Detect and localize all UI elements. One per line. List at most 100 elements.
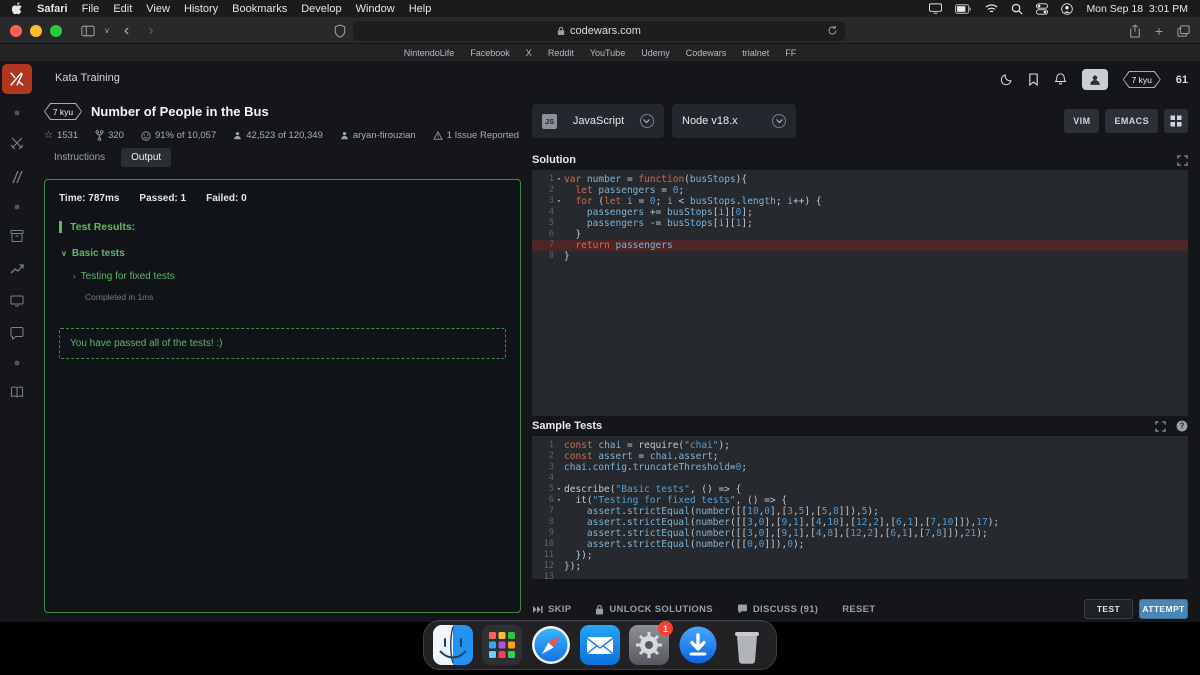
code-line[interactable]: 4 passengers += busStops[i][0]; <box>532 207 1188 218</box>
dock-launchpad-icon[interactable] <box>482 625 522 665</box>
code-line[interactable]: 2 const assert = chai.assert; <box>532 451 1188 462</box>
bookmark-x[interactable]: X <box>526 48 532 58</box>
docs-book-icon[interactable] <box>10 386 24 398</box>
archive-icon[interactable] <box>10 230 24 243</box>
vim-button[interactable]: VIM <box>1064 109 1100 133</box>
minimize-window-button[interactable] <box>30 24 42 37</box>
chat-icon[interactable] <box>10 327 24 340</box>
menu-item-help[interactable]: Help <box>409 3 432 15</box>
search-icon[interactable] <box>1011 3 1023 15</box>
close-window-button[interactable] <box>10 24 22 37</box>
code-line[interactable]: 1 const chai = require("chai"); <box>532 440 1188 451</box>
discuss-button[interactable]: DISCUSS (91) <box>737 604 818 615</box>
screen-icon[interactable] <box>10 295 24 307</box>
code-line[interactable]: 12}); <box>532 561 1188 572</box>
menu-item-view[interactable]: View <box>146 3 170 15</box>
zoom-window-button[interactable] <box>50 24 62 37</box>
bookmark-youtube[interactable]: YouTube <box>590 48 625 58</box>
issues-stat[interactable]: 1 Issue Reported <box>432 130 519 141</box>
profile-button[interactable] <box>1081 69 1108 90</box>
honor-points[interactable]: 61 <box>1176 74 1188 86</box>
new-tab-icon[interactable]: + <box>1155 24 1163 38</box>
code-line[interactable]: 7 return passengers <box>532 240 1188 251</box>
tab-output[interactable]: Output <box>121 148 172 167</box>
swords-icon[interactable] <box>10 136 24 150</box>
leaderboard-trend-icon[interactable] <box>10 263 24 275</box>
menu-item-file[interactable]: File <box>82 3 100 15</box>
code-line[interactable]: 8} <box>532 251 1188 262</box>
menu-item-bookmarks[interactable]: Bookmarks <box>232 3 287 15</box>
code-line[interactable]: 6 } <box>532 229 1188 240</box>
dock-mail-icon[interactable] <box>580 625 620 665</box>
forward-button[interactable]: › <box>143 22 158 39</box>
test-case[interactable]: › Testing for fixed tests <box>73 271 506 282</box>
sample-tests-editor[interactable]: 1 const chai = require("chai"); 2 const ass… <box>532 436 1188 582</box>
bookmark-ff[interactable]: FF <box>785 48 796 58</box>
code-line[interactable]: 3 ▾ for (let i = 0; i < busStops.length; … <box>532 196 1188 207</box>
test-button[interactable]: TEST <box>1084 599 1133 619</box>
code-line[interactable]: 7 assert.strictEqual(number([[10,0],[3,5… <box>532 506 1188 517</box>
test-group[interactable]: ∨ Basic tests <box>61 248 506 259</box>
menu-item-window[interactable]: Window <box>356 3 395 15</box>
display-icon[interactable] <box>929 3 943 14</box>
bookmark-nintendolife[interactable]: NintendoLife <box>404 48 455 58</box>
language-select[interactable]: JS JavaScript <box>532 104 664 138</box>
code-line[interactable]: 8 assert.strictEqual(number([[3,0],[9,1]… <box>532 517 1188 528</box>
privacy-shield-icon[interactable] <box>334 24 346 38</box>
code-line[interactable]: 10 assert.strictEqual(number([[0,0]]),0)… <box>532 539 1188 550</box>
code-line[interactable]: 6 ▾ it("Testing for fixed tests", () => { <box>532 495 1188 506</box>
bookmark-facebook[interactable]: Facebook <box>470 48 510 58</box>
code-line[interactable]: 4 <box>532 473 1188 484</box>
menu-item-develop[interactable]: Develop <box>301 3 341 15</box>
help-icon[interactable]: ? <box>1176 420 1188 432</box>
tab-instructions[interactable]: Instructions <box>44 148 115 167</box>
dock-finder-icon[interactable] <box>433 625 473 665</box>
user-icon[interactable] <box>1061 2 1074 15</box>
menu-item-safari[interactable]: Safari <box>37 3 68 15</box>
code-line[interactable]: 11 }); <box>532 550 1188 561</box>
apple-menu-icon[interactable] <box>12 2 23 15</box>
author-stat[interactable]: aryan-firouzian <box>340 130 416 141</box>
solution-editor[interactable]: 1 ▾ var number = function(busStops){2 let … <box>532 170 1188 416</box>
code-line[interactable]: 13 <box>532 572 1188 583</box>
share-icon[interactable] <box>1129 23 1141 38</box>
dock-downloads-icon[interactable] <box>678 625 718 665</box>
sticks-icon[interactable] <box>10 170 24 184</box>
code-line[interactable]: 9 assert.strictEqual(number([[3,0],[9,1]… <box>532 528 1188 539</box>
emacs-button[interactable]: EMACS <box>1105 109 1158 133</box>
back-button[interactable]: ‹ <box>119 22 134 39</box>
code-line[interactable]: 5 passengers -= busStops[i][1]; <box>532 218 1188 229</box>
bookmark-codewars[interactable]: Codewars <box>686 48 727 58</box>
bookmark-icon[interactable] <box>1028 73 1039 86</box>
unlock-solutions-button[interactable]: UNLOCK SOLUTIONS <box>595 604 713 615</box>
dark-mode-moon-icon[interactable] <box>1000 73 1013 86</box>
layout-grid-icon[interactable] <box>1164 109 1188 133</box>
sidebar-toggle-icon[interactable] <box>81 25 95 37</box>
code-line[interactable]: 5 ▾ describe("Basic tests", () => { <box>532 484 1188 495</box>
tab-overview-icon[interactable] <box>1177 24 1190 37</box>
dock-safari-icon[interactable] <box>531 625 571 665</box>
dock-trash-icon[interactable] <box>727 625 767 665</box>
wifi-icon[interactable] <box>985 3 998 14</box>
bookmark-trialnet[interactable]: trialnet <box>742 48 769 58</box>
menu-item-edit[interactable]: Edit <box>113 3 132 15</box>
code-line[interactable]: 3 chai.config.truncateThreshold=0; <box>532 462 1188 473</box>
bookmark-reddit[interactable]: Reddit <box>548 48 574 58</box>
skip-button[interactable]: SKIP <box>532 604 571 615</box>
battery-icon[interactable] <box>955 3 972 14</box>
menu-clock[interactable]: Mon Sep 18 3:01 PM <box>1086 3 1188 15</box>
codewars-logo[interactable] <box>2 64 32 94</box>
reset-button[interactable]: RESET <box>842 604 875 615</box>
bookmark-udemy[interactable]: Udemy <box>641 48 670 58</box>
runtime-select[interactable]: Node v18.x <box>672 104 796 138</box>
control-center-icon[interactable] <box>1036 2 1049 15</box>
expand-icon[interactable] <box>1177 154 1188 166</box>
sidebar-chevron-icon[interactable]: ∨ <box>104 26 110 35</box>
menu-item-history[interactable]: History <box>184 3 218 15</box>
reload-icon[interactable] <box>827 25 838 36</box>
attempt-button[interactable]: ATTEMPT <box>1139 599 1188 619</box>
address-bar[interactable]: codewars.com <box>353 20 845 41</box>
notifications-bell-icon[interactable] <box>1054 73 1067 86</box>
user-rank-badge[interactable]: 7 kyu <box>1122 71 1161 88</box>
expand-icon[interactable] <box>1155 420 1166 432</box>
